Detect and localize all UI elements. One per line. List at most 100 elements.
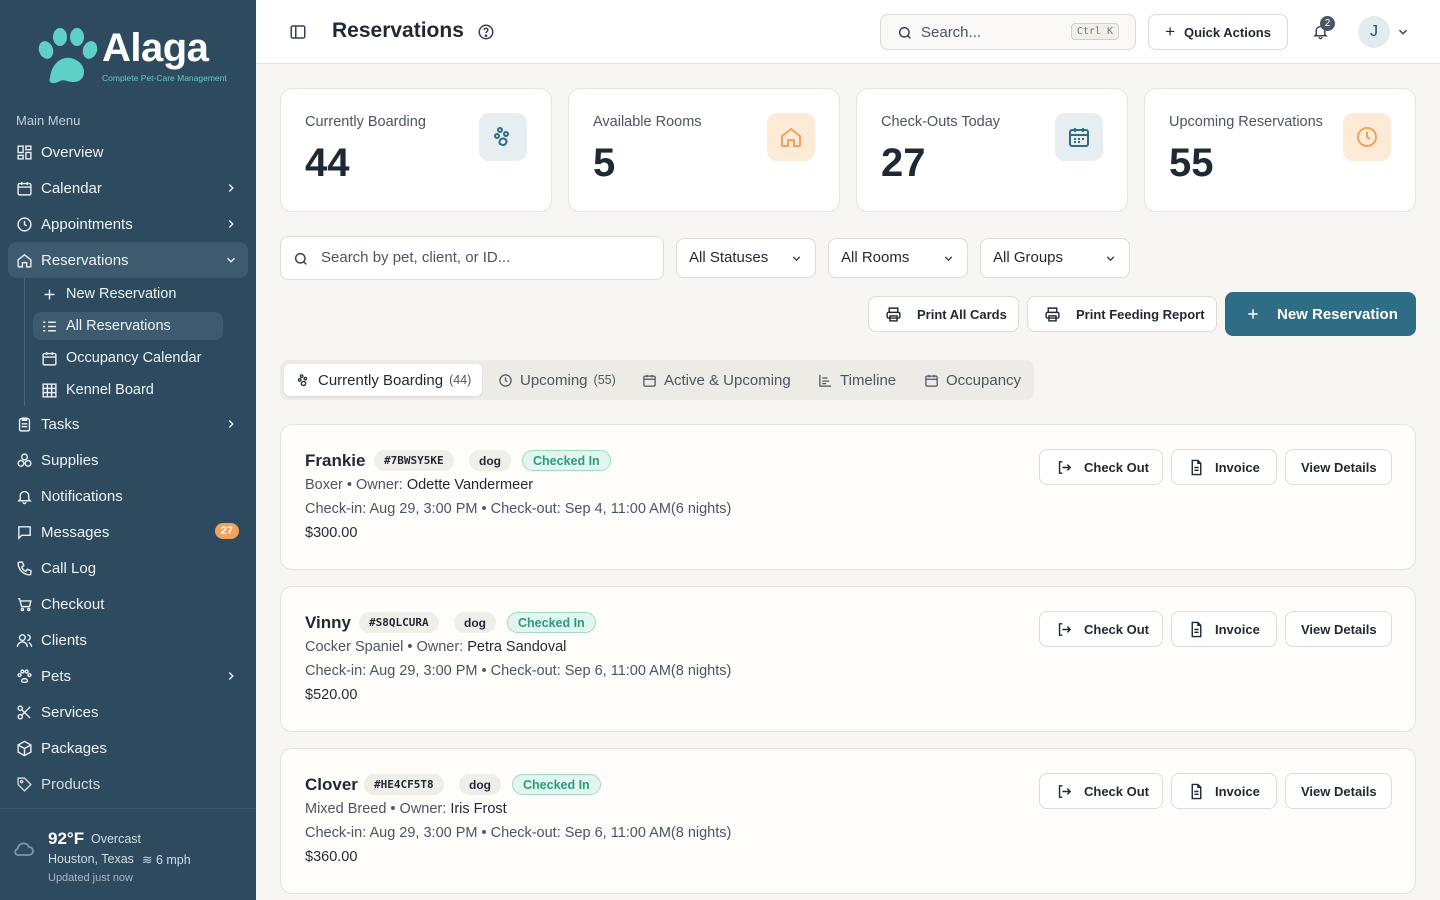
new-reservation-button[interactable]: New Reservation [1225,292,1416,336]
rooms-filter-select[interactable]: All Rooms [828,238,968,278]
chevron-down-icon [792,256,801,262]
reservation-search-input[interactable]: Search by pet, client, or ID... [280,236,664,280]
chevron-down-icon [226,257,236,263]
stay-dates: Check-in: Aug 29, 3:00 PM • Check-out: S… [305,825,732,841]
reservation-card[interactable]: Clover #HE4CF5T8 dog Checked In Mixed Br… [280,748,1416,894]
owner-name[interactable]: Iris Frost [450,801,506,817]
message-icon [16,524,33,541]
invoice-button[interactable]: Invoice [1171,773,1277,809]
reservation-price: $360.00 [305,849,358,865]
reservation-price: $520.00 [305,687,358,703]
sidebar-item-services[interactable]: Services [8,694,248,730]
stat-label: Available Rooms [593,114,702,130]
chevron-down-icon[interactable] [1396,25,1410,39]
sidebar-nav: Overview Calendar Appointments Reservati… [8,134,248,802]
sidebar-item-calendar[interactable]: Calendar [8,170,248,206]
notification-count-badge: 2 [1320,16,1335,31]
pet-breed-owner: Boxer • Owner: Odette Vandermeer [305,477,534,493]
check-out-button[interactable]: Check Out [1039,611,1163,647]
submenu-item-occupancy-calendar[interactable]: Occupancy Calendar [33,342,248,374]
quick-actions-button[interactable]: + Quick Actions [1148,14,1288,50]
sidebar-item-label: Pets [41,667,72,685]
brand-name: Alaga [102,26,209,70]
help-circle-icon[interactable] [477,23,495,41]
pet-name: Vinny [305,613,351,632]
invoice-button[interactable]: Invoice [1171,449,1277,485]
weather-wind: ≋ 6 mph [142,852,191,867]
stat-card-upcoming-reservations: Upcoming Reservations 55 [1144,88,1416,212]
file-text-icon [1191,621,1202,638]
sidebar-item-notifications[interactable]: Notifications [8,478,248,514]
chevron-right-icon [228,183,234,193]
brand-logo[interactable]: Alaga Complete Pet-Care Management [36,24,227,88]
tab-occupancy[interactable]: Occupancy [914,364,1026,396]
status-badge: Checked In [507,612,596,633]
print-all-cards-button[interactable]: Print All Cards [868,296,1019,332]
submenu-item-new-reservation[interactable]: New Reservation [33,278,248,310]
button-label: Check Out [1084,459,1150,475]
button-label: Print All Cards [917,306,1007,322]
sidebar-item-packages[interactable]: Packages [8,730,248,766]
pet-breed: Boxer [305,477,343,493]
sidebar-item-products[interactable]: Products [8,766,248,802]
tab-timeline[interactable]: Timeline [808,364,904,396]
view-details-button[interactable]: View Details [1285,449,1392,485]
user-avatar[interactable]: J [1358,16,1390,48]
sidebar-item-clients[interactable]: Clients [8,622,248,658]
view-details-button[interactable]: View Details [1285,611,1392,647]
printer-icon [1045,307,1060,322]
sidebar-item-checkout[interactable]: Checkout [8,586,248,622]
sidebar-item-overview[interactable]: Overview [8,134,248,170]
sidebar-item-label: Calendar [41,179,102,197]
button-label: Invoice [1215,459,1260,475]
global-search-input[interactable]: Search... Ctrl K [880,14,1136,50]
tab-upcoming[interactable]: Upcoming (55) [486,364,622,396]
cart-icon [16,596,33,613]
list-checks-icon [41,318,58,335]
view-details-button[interactable]: View Details [1285,773,1392,809]
owner-name[interactable]: Odette Vandermeer [407,477,533,493]
stat-label: Check-Outs Today [881,114,1001,130]
submenu-item-kennel-board[interactable]: Kennel Board [33,374,248,406]
sidebar-item-reservations[interactable]: Reservations [8,242,248,278]
button-label: View Details [1301,621,1377,637]
print-feeding-report-button[interactable]: Print Feeding Report [1027,296,1217,332]
stat-icon-box [767,113,815,161]
submenu-item-all-reservations[interactable]: All Reservations [33,312,223,340]
reservation-card[interactable]: Vinny #S8QLCURA dog Checked In Cocker Sp… [280,586,1416,732]
reservation-card[interactable]: Frankie #7BWSY5KE dog Checked In Boxer •… [280,424,1416,570]
status-badge: Checked In [512,774,601,795]
tab-active-and-upcoming[interactable]: Active & Upcoming [632,364,798,396]
stat-value: 44 [305,141,350,185]
sidebar-item-messages[interactable]: Messages 27 [8,514,248,550]
invoice-button[interactable]: Invoice [1171,611,1277,647]
home-icon [781,127,801,147]
sidebar-item-tasks[interactable]: Tasks [8,406,248,442]
status-badge: Checked In [522,450,611,471]
groups-filter-select[interactable]: All Groups [980,238,1130,278]
sidebar-item-label: Reservations [41,251,129,269]
tab-currently-boarding[interactable]: Currently Boarding (44) [284,364,482,396]
sidebar-toggle-icon[interactable] [289,23,307,41]
paw-icon [16,668,33,685]
boxes-icon [16,452,33,469]
sidebar-item-supplies[interactable]: Supplies [8,442,248,478]
sidebar-item-call-log[interactable]: Call Log [8,550,248,586]
status-filter-select[interactable]: All Statuses [676,238,816,278]
submenu-item-label: All Reservations [66,318,171,334]
sidebar-item-appointments[interactable]: Appointments [8,206,248,242]
stay-dates: Check-in: Aug 29, 3:00 PM • Check-out: S… [305,501,732,517]
sidebar-item-pets[interactable]: Pets [8,658,248,694]
bell-icon [16,488,33,505]
users-icon [16,632,33,649]
clock-icon [498,373,513,388]
reservation-id-badge: #7BWSY5KE [374,450,454,471]
weather-widget: 92°F Overcast Houston, Texas ≋ 6 mph Upd… [0,808,256,900]
calendar-icon [642,373,657,388]
tab-label: Upcoming [520,371,588,389]
check-out-button[interactable]: Check Out [1039,449,1163,485]
stat-value: 27 [881,141,926,185]
grid-icon [16,144,33,161]
owner-name[interactable]: Petra Sandoval [467,639,566,655]
check-out-button[interactable]: Check Out [1039,773,1163,809]
